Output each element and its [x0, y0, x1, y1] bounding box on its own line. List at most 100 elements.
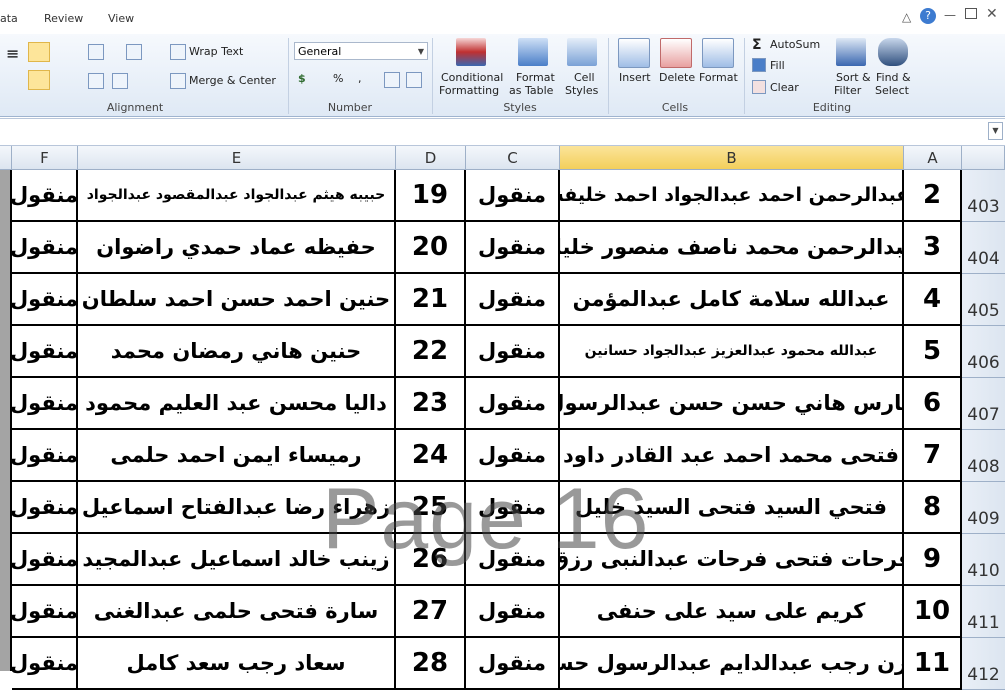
- cell-e[interactable]: داليا محسن عبد العليم محمود: [78, 378, 396, 430]
- row-header[interactable]: 407: [962, 378, 1005, 430]
- cell-f[interactable]: منقول: [12, 638, 78, 690]
- cell-a[interactable]: 3: [904, 222, 962, 274]
- cell-c[interactable]: منقول: [466, 586, 560, 638]
- fill-button[interactable]: Fill: [770, 59, 785, 72]
- minimize-ribbon-icon[interactable]: △: [902, 10, 911, 24]
- cell-f[interactable]: منقول: [12, 170, 78, 222]
- row-header[interactable]: 410: [962, 534, 1005, 586]
- row-header[interactable]: 406: [962, 326, 1005, 378]
- cell-c[interactable]: منقول: [466, 378, 560, 430]
- increase-indent-icon[interactable]: [112, 73, 128, 89]
- help-icon[interactable]: ?: [920, 8, 936, 24]
- cell-d[interactable]: 20: [396, 222, 466, 274]
- delete-cells-icon[interactable]: [660, 38, 692, 68]
- cell-label[interactable]: Cell: [574, 71, 595, 84]
- align-center-icon[interactable]: [28, 70, 50, 90]
- align-top-icon[interactable]: ≡: [6, 44, 22, 63]
- cell-d[interactable]: 23: [396, 378, 466, 430]
- window-close-icon[interactable]: ✕: [986, 6, 998, 22]
- decrease-decimal-icon[interactable]: [406, 72, 422, 88]
- align-right-icon[interactable]: [54, 73, 70, 89]
- cell-d[interactable]: 21: [396, 274, 466, 326]
- fill-icon[interactable]: [752, 58, 766, 72]
- cell-e[interactable]: حنين هاني رمضان محمد: [78, 326, 396, 378]
- conditional-label[interactable]: Conditional: [441, 71, 503, 84]
- row-header[interactable]: 405: [962, 274, 1005, 326]
- row-header[interactable]: 409: [962, 482, 1005, 534]
- cell-e[interactable]: سارة فتحى حلمى عبدالغنى: [78, 586, 396, 638]
- cell-c[interactable]: منقول: [466, 430, 560, 482]
- cell-f[interactable]: منقول: [12, 482, 78, 534]
- format-table-label[interactable]: Format: [516, 71, 555, 84]
- cell-f[interactable]: منقول: [12, 586, 78, 638]
- cell-c[interactable]: منقول: [466, 534, 560, 586]
- cell-e[interactable]: رميساء ايمن احمد حلمى: [78, 430, 396, 482]
- cell-e[interactable]: حفيظه عماد حمدي راضوان: [78, 222, 396, 274]
- align-middle-icon[interactable]: [28, 42, 50, 62]
- cell-c[interactable]: منقول: [466, 274, 560, 326]
- percent-button[interactable]: %: [333, 72, 343, 85]
- number-format-select[interactable]: General ▼: [294, 42, 428, 60]
- formatting-label[interactable]: Formatting: [439, 84, 499, 97]
- find-select-icon[interactable]: [878, 38, 908, 66]
- cell-a[interactable]: 5: [904, 326, 962, 378]
- cell-b[interactable]: فرحات فتحى فرحات عبدالنبى رزق: [560, 534, 904, 586]
- cell-e[interactable]: زينب خالد اسماعيل عبدالمجيد: [78, 534, 396, 586]
- clear-button[interactable]: Clear: [770, 81, 799, 94]
- cell-a[interactable]: 10: [904, 586, 962, 638]
- cell-a[interactable]: 4: [904, 274, 962, 326]
- cell-f[interactable]: منقول: [12, 534, 78, 586]
- cell-d[interactable]: 24: [396, 430, 466, 482]
- format-cells-button[interactable]: Format: [699, 71, 738, 84]
- cell-b[interactable]: مازن رجب عبدالدايم عبدالرسول حسن: [560, 638, 904, 690]
- cell-d[interactable]: 25: [396, 482, 466, 534]
- cell-a[interactable]: 11: [904, 638, 962, 690]
- cell-d[interactable]: 28: [396, 638, 466, 690]
- cell-b[interactable]: عبدالله سلامة كامل عبدالمؤمن: [560, 274, 904, 326]
- cell-b[interactable]: فتحي السيد فتحى السيد خليل: [560, 482, 904, 534]
- col-header-a[interactable]: A: [904, 146, 962, 170]
- cell-d[interactable]: 19: [396, 170, 466, 222]
- find-label[interactable]: Find &: [876, 71, 911, 84]
- cell-e[interactable]: زهراء رضا عبدالفتاح اسماعيل: [78, 482, 396, 534]
- cell-c[interactable]: منقول: [466, 638, 560, 690]
- conditional-formatting-icon[interactable]: [456, 38, 486, 66]
- cell-a[interactable]: 7: [904, 430, 962, 482]
- decrease-indent-icon[interactable]: [88, 73, 104, 89]
- autosum-button[interactable]: AutoSum: [770, 38, 820, 51]
- window-minimize-icon[interactable]: —: [944, 8, 956, 22]
- merge-center-button[interactable]: Merge & Center: [189, 74, 276, 87]
- row-header[interactable]: 412: [962, 638, 1005, 690]
- cell-c[interactable]: منقول: [466, 482, 560, 534]
- col-header-e[interactable]: E: [78, 146, 396, 170]
- cell-f[interactable]: منقول: [12, 378, 78, 430]
- comma-button[interactable]: ,: [358, 72, 362, 85]
- align-left-icon[interactable]: [6, 73, 22, 89]
- cell-c[interactable]: منقول: [466, 170, 560, 222]
- delete-button[interactable]: Delete: [659, 71, 695, 84]
- cell-f[interactable]: منقول: [12, 222, 78, 274]
- cell-e[interactable]: حنين احمد حسن احمد سلطان: [78, 274, 396, 326]
- cell-f[interactable]: منقول: [12, 326, 78, 378]
- cell-e[interactable]: سعاد رجب سعد كامل: [78, 638, 396, 690]
- cell-d[interactable]: 26: [396, 534, 466, 586]
- cell-c[interactable]: منقول: [466, 326, 560, 378]
- cell-styles-icon[interactable]: [567, 38, 597, 66]
- row-header[interactable]: 403: [962, 170, 1005, 222]
- col-header-c[interactable]: C: [466, 146, 560, 170]
- cell-a[interactable]: 6: [904, 378, 962, 430]
- window-restore-icon[interactable]: [965, 8, 977, 19]
- format-cells-icon[interactable]: [702, 38, 734, 68]
- cell-e[interactable]: حبيبه هيثم عبدالجواد عبدالمقصود عبدالجوا…: [78, 170, 396, 222]
- cell-b[interactable]: فتحى محمد احمد عبد القادر داود: [560, 430, 904, 482]
- align-bottom-icon[interactable]: [54, 44, 70, 60]
- col-header-b[interactable]: B: [560, 146, 904, 170]
- sort-label[interactable]: Sort &: [836, 71, 871, 84]
- row-header[interactable]: 411: [962, 586, 1005, 638]
- cell-a[interactable]: 8: [904, 482, 962, 534]
- menu-view[interactable]: View: [108, 12, 134, 25]
- insert-button[interactable]: Insert: [619, 71, 651, 84]
- filter-label[interactable]: Filter: [834, 84, 861, 97]
- cell-a[interactable]: 2: [904, 170, 962, 222]
- cell-a[interactable]: 9: [904, 534, 962, 586]
